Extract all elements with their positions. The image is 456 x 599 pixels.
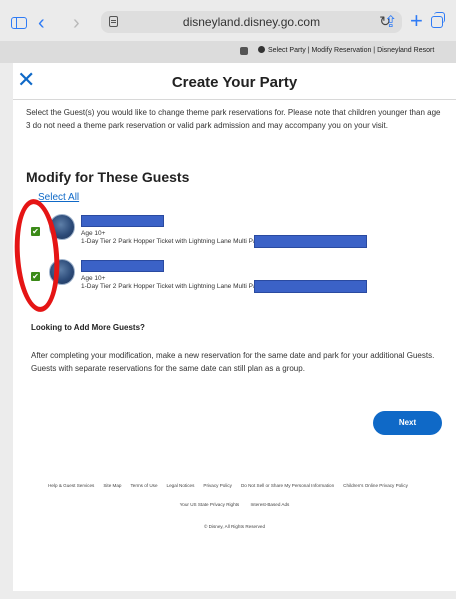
section-heading: Modify for These Guests	[26, 169, 190, 185]
intro-text: Select the Guest(s) you would like to ch…	[26, 108, 441, 130]
guest-row[interactable]: ✔ Age 10+ 1-Day Tier 2 Park Hopper Ticke…	[13, 259, 456, 297]
footer-link[interactable]: Privacy Policy	[203, 483, 232, 488]
forward-icon[interactable]: ›	[73, 13, 80, 33]
url-text: disneyland.disney.go.com	[182, 15, 321, 29]
browser-toolbar: ‹ › disneyland.disney.go.com ↻ ⇪ +	[0, 0, 456, 41]
copyright: © Disney, All Rights Reserved	[204, 524, 265, 529]
footer-link[interactable]: Help & Guest Services	[48, 483, 94, 488]
guest-ticket: 1-Day Tier 2 Park Hopper Ticket with Lig…	[81, 283, 264, 290]
redacted-pass	[254, 280, 367, 293]
page-title: Create Your Party	[171, 74, 298, 91]
next-button[interactable]: Next	[373, 411, 442, 435]
new-tab-icon[interactable]: +	[410, 8, 423, 34]
add-guests-text: After completing your modification, make…	[31, 351, 435, 373]
page-content: ✕ Create Your Party Select the Guest(s) …	[13, 63, 456, 591]
footer-link[interactable]: Site Map	[103, 483, 121, 488]
tab-strip: Select Party | Modify Reservation | Disn…	[0, 41, 456, 63]
header-divider	[13, 99, 456, 100]
footer-link[interactable]: Interest-Based Ads	[251, 502, 290, 507]
guest-row[interactable]: ✔ Age 10+ 1-Day Tier 2 Park Hopper Ticke…	[13, 214, 456, 252]
address-bar[interactable]: disneyland.disney.go.com ↻	[101, 11, 402, 33]
guest-ticket: 1-Day Tier 2 Park Hopper Ticket with Lig…	[81, 238, 264, 245]
footer-link[interactable]: Terms of Use	[130, 483, 157, 488]
sidebar-icon[interactable]	[11, 17, 27, 29]
tab-title[interactable]: Select Party | Modify Reservation | Disn…	[258, 46, 434, 54]
footer-link[interactable]: Legal Notices	[167, 483, 195, 488]
back-icon[interactable]: ‹	[38, 13, 45, 33]
redacted-name	[81, 260, 164, 272]
share-icon[interactable]: ⇪	[384, 12, 397, 32]
footer-links: Help & Guest Services Site Map Terms of …	[0, 483, 456, 488]
tab-title-text: Select Party | Modify Reservation | Disn…	[268, 47, 435, 54]
footer-link[interactable]: Children's Online Privacy Policy	[343, 483, 408, 488]
tabs-icon[interactable]	[431, 12, 445, 28]
redacted-name	[81, 215, 164, 227]
footer-links-secondary: Your US State Privacy Rights Interest-Ba…	[13, 502, 456, 507]
redacted-pass	[254, 235, 367, 248]
tab-close-icon[interactable]	[240, 47, 248, 55]
guest-age: Age 10+	[81, 230, 106, 237]
add-guests-heading: Looking to Add More Guests?	[31, 323, 145, 332]
footer-link[interactable]: Do Not Sell or Share My Personal Informa…	[241, 483, 334, 488]
guest-age: Age 10+	[81, 275, 106, 282]
select-all-link[interactable]: Select All	[38, 192, 79, 203]
footer-link[interactable]: Your US State Privacy Rights	[180, 502, 240, 507]
disney-favicon-icon	[258, 46, 265, 53]
